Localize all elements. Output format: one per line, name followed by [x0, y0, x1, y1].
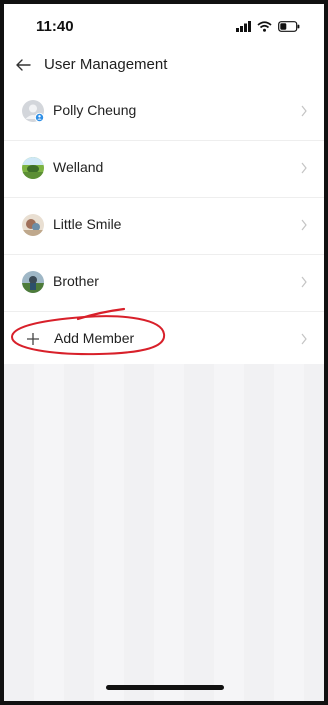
member-row-brother[interactable]: Brother [4, 255, 324, 312]
chevron-right-icon [301, 276, 307, 288]
member-name: Brother [53, 273, 99, 289]
chevron-right-icon [301, 105, 307, 117]
wifi-icon [257, 20, 272, 32]
photo-avatar-icon [22, 157, 44, 179]
chevron-right-icon [301, 333, 307, 345]
phone-frame: 11:40 User Management Polly Cheung Wella… [0, 0, 328, 705]
member-row-little-smile[interactable]: Little Smile [4, 198, 324, 255]
member-list: Polly Cheung Welland Little Smile Brothe… [4, 84, 324, 368]
member-row-welland[interactable]: Welland [4, 141, 324, 198]
member-name: Welland [53, 159, 104, 175]
empty-background [4, 364, 324, 701]
home-indicator[interactable] [106, 685, 224, 690]
member-row-polly-cheung[interactable]: Polly Cheung [4, 84, 324, 141]
member-name: Polly Cheung [53, 102, 137, 118]
member-name: Little Smile [53, 216, 122, 232]
signal-icon [236, 20, 251, 32]
back-arrow-icon[interactable] [14, 56, 32, 74]
photo-avatar-icon [22, 214, 44, 236]
photo-avatar-icon [22, 271, 44, 293]
default-avatar-icon [22, 100, 45, 123]
add-member-label: Add Member [54, 330, 135, 346]
status-icons [236, 20, 300, 32]
battery-icon [278, 20, 300, 32]
navigation-bar: User Management [4, 46, 324, 85]
status-time: 11:40 [36, 18, 74, 35]
add-member-row[interactable]: Add Member [4, 312, 324, 368]
status-bar: 11:40 [4, 4, 324, 46]
page-title: User Management [44, 56, 168, 73]
chevron-right-icon [301, 162, 307, 174]
plus-icon [27, 333, 39, 345]
chevron-right-icon [301, 219, 307, 231]
